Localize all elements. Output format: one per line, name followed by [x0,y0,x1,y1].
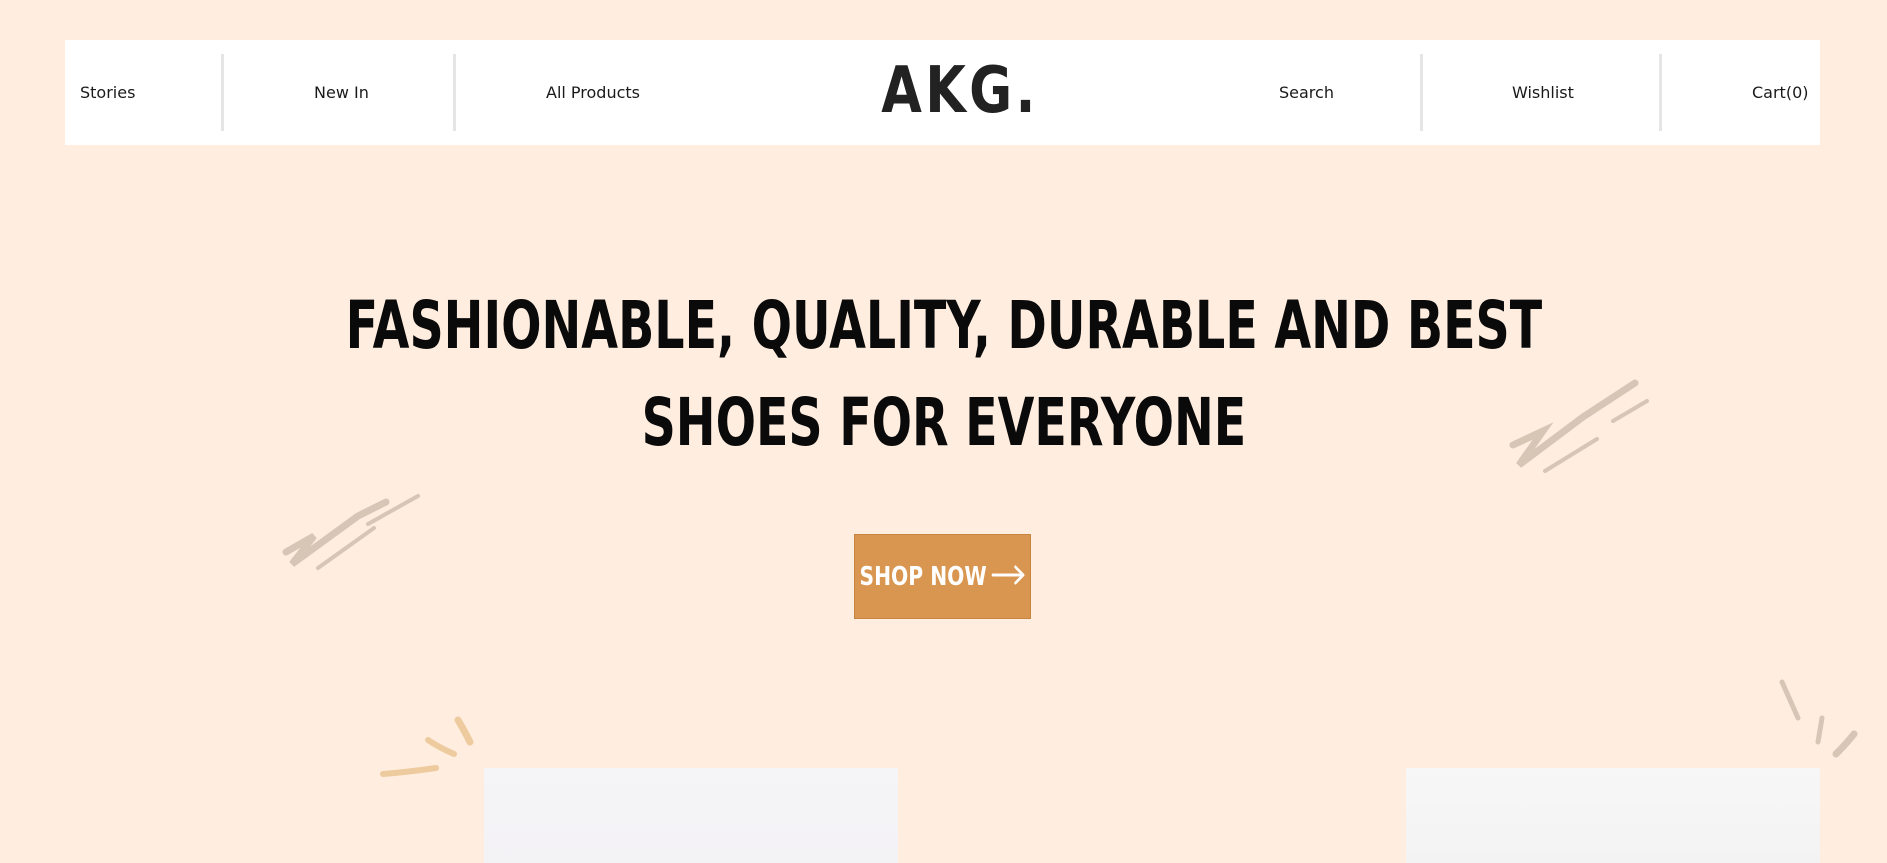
nav-link-all-products[interactable]: All Products [546,40,640,145]
hero-headline-text-1: FASHIONABLE, QUALITY, DURABLE AND BEST [345,287,1542,364]
nav-link-search[interactable]: Search [1279,40,1334,145]
nav-link-cart[interactable]: Cart(0) [1752,40,1809,145]
nav-link-new-in[interactable]: New In [314,40,369,145]
top-navbar: Stories New In All Products AKG. Search … [65,40,1820,145]
shop-now-button[interactable]: SHOP NOW [854,534,1031,619]
squiggle-decoration-right [1509,379,1649,473]
nav-link-stories[interactable]: Stories [80,40,135,145]
arrow-right-icon [991,565,1025,589]
spark-decoration-left [380,716,474,777]
hero-headline-line-1: FASHIONABLE, QUALITY, DURABLE AND BEST [0,286,1887,366]
shop-now-label: SHOP NOW [859,561,987,592]
nav-divider [1420,54,1423,131]
product-card[interactable] [484,768,898,863]
nav-divider [221,54,224,131]
brand-logo[interactable]: AKG. [881,54,1035,128]
nav-divider [1659,54,1662,131]
hero-headline-text-2: SHOES FOR EVERYONE [641,384,1246,461]
nav-divider [453,54,456,131]
squiggle-decoration-left [282,494,420,570]
nav-link-wishlist[interactable]: Wishlist [1512,40,1574,145]
product-card[interactable] [1406,768,1820,863]
spark-decoration-right [1779,679,1858,758]
shop-now-button-content: SHOP NOW [859,562,1025,592]
